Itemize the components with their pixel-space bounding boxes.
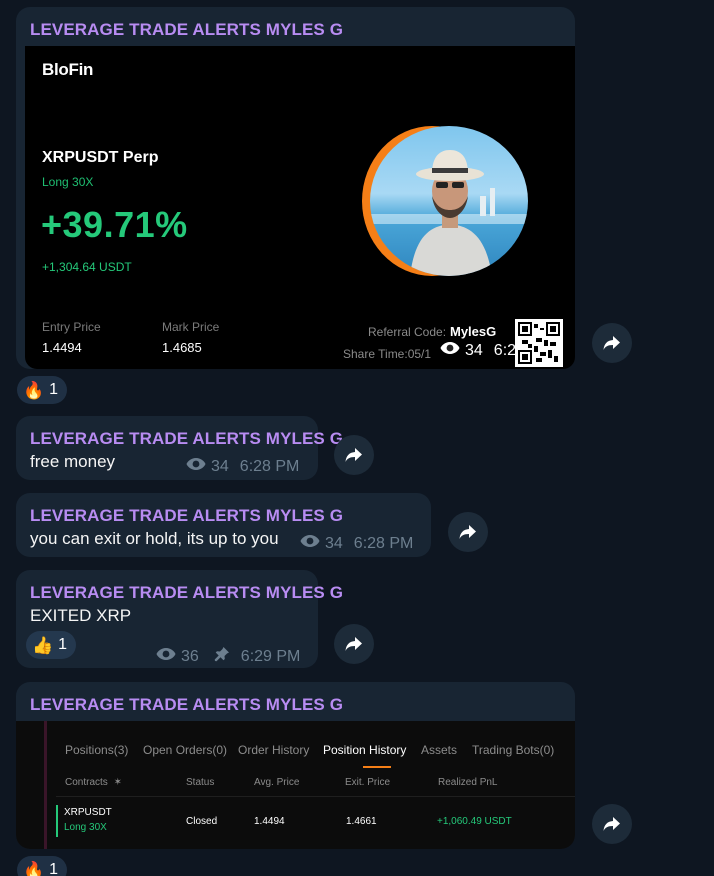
cell-avg-price: 1.4494 <box>254 816 285 827</box>
trading-pair: XRPUSDT Perp <box>42 149 159 166</box>
view-count: 34 <box>465 341 483 359</box>
eye-icon <box>300 534 320 553</box>
message-text: EXITED XRP <box>30 606 132 625</box>
forward-button-3[interactable] <box>448 512 488 552</box>
header-realized-pnl: Realized PnL <box>438 777 498 788</box>
active-tab-indicator <box>363 766 391 768</box>
pnl-usdt: +1,304.64 USDT <box>42 260 132 274</box>
cell-contract: XRPUSDT <box>64 807 112 818</box>
reaction-fire-2[interactable]: 🔥 1 <box>17 856 68 876</box>
message-time: 6:28 PM <box>353 534 414 552</box>
entry-price-value: 1.4494 <box>42 340 82 355</box>
share-time: Share Time:05/1 <box>343 347 432 361</box>
header-avg-price: Avg. Price <box>254 777 300 788</box>
cell-exit-price: 1.4661 <box>346 816 377 827</box>
header-divider <box>56 796 575 797</box>
thumbs-up-icon: 👍 <box>32 635 54 655</box>
share-arrow-icon <box>345 448 362 462</box>
share-arrow-icon <box>603 336 620 350</box>
header-contracts: Contracts ✶ <box>65 777 122 788</box>
message-meta: 34 6:28 PM <box>186 457 299 476</box>
fire-icon: 🔥 <box>23 380 45 400</box>
qr-code[interactable] <box>515 319 563 367</box>
brand-logo: BloFin <box>42 60 94 79</box>
card-edge <box>44 721 47 849</box>
blofin-pnl-card[interactable]: BloFin XRPUSDT Perp Long 30X +39.71% +1,… <box>25 46 575 369</box>
referral-label: Referral Code: <box>368 325 447 339</box>
message-text: you can exit or hold, its up to you <box>30 529 279 548</box>
position-side: Long 30X <box>42 175 94 189</box>
message-bubble-2[interactable]: LEVERAGE TRADE ALERTS MYLES G free money… <box>16 416 343 480</box>
view-count: 34 <box>211 457 229 475</box>
message-meta: 36 6:29 PM <box>156 646 300 667</box>
cell-realized-pnl: +1,060.49 USDT <box>437 816 512 827</box>
message-meta: 34 6:28 PM <box>300 534 413 553</box>
mark-price-value: 1.4685 <box>162 340 202 355</box>
sender-name[interactable]: LEVERAGE TRADE ALERTS MYLES G <box>30 583 343 603</box>
tab-open-orders: Open Orders(0) <box>143 743 228 757</box>
mark-price-label: Mark Price <box>162 320 220 334</box>
eye-icon <box>440 341 460 360</box>
tab-position-history: Position History <box>323 743 407 757</box>
fire-icon: 🔥 <box>23 860 45 876</box>
entry-price-label: Entry Price <box>42 320 101 334</box>
eye-icon <box>156 647 176 666</box>
reaction-count: 1 <box>49 381 59 398</box>
message-bubble-3[interactable]: LEVERAGE TRADE ALERTS MYLES G you can ex… <box>16 493 431 557</box>
sender-name[interactable]: LEVERAGE TRADE ALERTS MYLES G <box>30 429 343 449</box>
header-status: Status <box>186 777 215 788</box>
reaction-count: 1 <box>58 636 68 653</box>
sender-name[interactable]: LEVERAGE TRADE ALERTS MYLES G <box>30 695 343 715</box>
message-text: free money <box>30 452 116 471</box>
reaction-thumbs-up[interactable]: 👍 1 <box>26 631 77 659</box>
avatar-photo <box>370 150 528 276</box>
cell-side: Long 30X <box>64 822 107 833</box>
sender-name[interactable]: LEVERAGE TRADE ALERTS MYLES G <box>30 20 343 40</box>
pin-icon <box>214 646 230 667</box>
tab-assets: Assets <box>421 743 458 757</box>
message-time: 6:29 PM <box>240 647 301 665</box>
pnl-percent: +39.71% <box>41 204 188 245</box>
cell-status: Closed <box>186 816 218 827</box>
position-history-card[interactable]: Positions(3) Open Orders(0) Order Histor… <box>16 721 575 849</box>
eye-icon <box>186 457 206 476</box>
forward-button-4[interactable] <box>334 624 374 664</box>
referral-code: MylesG <box>450 324 497 339</box>
tab-trading-bots: Trading Bots(0) <box>472 743 555 757</box>
view-count: 36 <box>181 647 199 665</box>
view-count: 34 <box>325 534 343 552</box>
reaction-fire-1[interactable]: 🔥 1 <box>17 376 68 404</box>
share-arrow-icon <box>345 637 362 651</box>
pin-icon: ✶ <box>113 777 122 788</box>
forward-button-5[interactable] <box>592 804 632 844</box>
avatar <box>370 126 528 276</box>
share-arrow-icon <box>459 525 476 539</box>
tab-positions: Positions(3) <box>65 743 129 757</box>
forward-button-2[interactable] <box>334 435 374 475</box>
reaction-count: 1 <box>49 861 59 876</box>
header-exit-price: Exit. Price <box>345 777 391 788</box>
share-arrow-icon <box>603 817 620 831</box>
long-indicator <box>56 805 58 837</box>
message-time: 6:28 PM <box>239 457 300 475</box>
message-bubble-4[interactable]: LEVERAGE TRADE ALERTS MYLES G EXITED XRP… <box>16 570 343 668</box>
sender-name[interactable]: LEVERAGE TRADE ALERTS MYLES G <box>30 506 343 526</box>
forward-button-1[interactable] <box>592 323 632 363</box>
tab-order-history: Order History <box>238 743 310 757</box>
